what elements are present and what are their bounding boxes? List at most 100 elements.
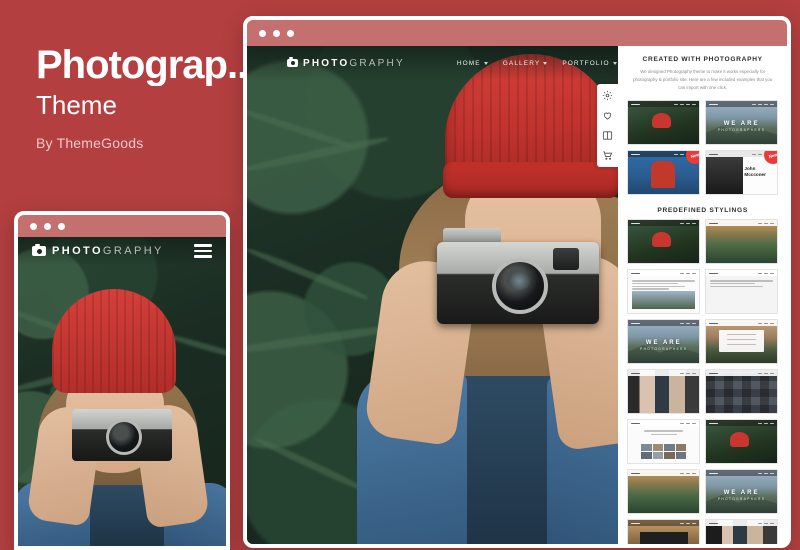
thumb-logo xyxy=(709,153,719,156)
gear-icon[interactable] xyxy=(602,90,613,101)
main-window-body: Contax PHOTOGRAPHY HOME xyxy=(247,46,787,544)
page-subtitle: Theme xyxy=(36,90,117,120)
mobile-camera-lens xyxy=(106,419,142,455)
demo-thumbnail[interactable] xyxy=(627,369,701,415)
main-browser-window: Contax PHOTOGRAPHY HOME xyxy=(243,16,791,548)
nav-label: HOME xyxy=(456,59,481,67)
created-demos-grid: WE ARE PHOTOGRAPHERS New John Mccconer N… xyxy=(627,100,778,196)
mobile-window-titlebar xyxy=(18,215,226,237)
layout-icon[interactable] xyxy=(602,130,613,141)
thumb-navbar xyxy=(628,101,700,108)
window-close-dot[interactable] xyxy=(259,29,266,37)
chevron-down-icon xyxy=(612,61,617,65)
window-minimize-dot[interactable] xyxy=(44,222,51,230)
thumb-navbar xyxy=(706,101,777,108)
thumb-subheadline: PHOTOGRAPHERS xyxy=(717,497,766,502)
thumb-text-lines xyxy=(632,430,695,436)
thumb-headline: WE ARE xyxy=(723,121,760,128)
site-logo[interactable]: PHOTOGRAPHY xyxy=(287,57,405,69)
hero-camera-viewfinder xyxy=(553,248,579,270)
predefined-stylings-grid: WE ARE PHOTOGRAPHERS WE ARE PHOTOGRAPHER… xyxy=(627,219,778,544)
thumb-navbar xyxy=(628,320,700,327)
demo-thumbnail[interactable]: New xyxy=(627,150,701,196)
floating-icon-rail xyxy=(597,84,619,167)
site-nav-items: HOME GALLERY PORTFOLIO PAGES xyxy=(457,60,618,67)
thumb-headline: WE ARE xyxy=(723,490,760,497)
chevron-down-icon xyxy=(543,61,548,65)
chevron-down-icon xyxy=(483,61,488,65)
page-title: Photograp.. xyxy=(36,44,248,86)
panel-heading-stylings: PREDEFINED STYLINGS xyxy=(657,207,748,215)
demo-thumbnail[interactable] xyxy=(705,419,778,465)
demo-thumbnail[interactable] xyxy=(705,319,778,365)
thumb-navbar xyxy=(706,370,777,377)
thumb-subheadline: PHOTOGRAPHERS xyxy=(640,347,688,352)
thumb-menu xyxy=(752,103,774,106)
demo-thumbnail[interactable] xyxy=(705,369,778,415)
thumb-navbar xyxy=(628,420,700,427)
window-maximize-dot[interactable] xyxy=(58,222,65,230)
thumb-navbar xyxy=(628,470,700,477)
hamburger-icon[interactable] xyxy=(194,244,212,258)
cart-icon[interactable] xyxy=(602,150,613,161)
thumb-navbar xyxy=(706,520,777,527)
heart-icon[interactable] xyxy=(602,110,613,121)
demo-thumbnail[interactable] xyxy=(705,519,778,544)
demo-thumbnail[interactable]: WE ARE PHOTOGRAPHERS xyxy=(705,469,778,515)
demo-thumbnail[interactable] xyxy=(627,419,701,465)
demo-thumbnail[interactable] xyxy=(705,219,778,265)
hero-section: Contax PHOTOGRAPHY HOME xyxy=(247,46,619,544)
nav-item-gallery[interactable]: GALLERY xyxy=(503,60,548,67)
camera-icon xyxy=(32,243,46,256)
thumb-logo xyxy=(709,103,719,106)
demo-import-panel[interactable]: CREATED WITH PHOTOGRAPHY We designed Pho… xyxy=(618,46,787,544)
thumb-navbar xyxy=(628,520,700,527)
window-maximize-dot[interactable] xyxy=(287,29,294,37)
demo-thumbnail[interactable]: WE ARE PHOTOGRAPHERS xyxy=(705,100,778,146)
demo-thumbnail[interactable] xyxy=(627,269,701,315)
nav-item-home[interactable]: HOME xyxy=(457,60,488,67)
thumb-headline: WE ARE xyxy=(645,340,682,347)
demo-thumbnail[interactable] xyxy=(705,269,778,315)
panel-description: We designed Photography theme to make it… xyxy=(633,69,773,91)
thumb-menu xyxy=(674,103,697,106)
demo-thumbnail[interactable]: John Mccconer New xyxy=(705,150,778,196)
demo-thumbnail[interactable] xyxy=(627,100,701,146)
thumb-navbar xyxy=(706,470,777,477)
mobile-site-logo-text[interactable]: PHOTOGRAPHY xyxy=(52,245,164,257)
demo-thumbnail[interactable] xyxy=(627,219,701,265)
nav-label: PORTFOLIO xyxy=(562,59,610,67)
thumb-logo xyxy=(631,103,641,106)
thumb-logo xyxy=(631,153,641,156)
thumb-navbar xyxy=(706,320,777,327)
mobile-window-body: PHOTOGRAPHY xyxy=(18,237,226,546)
thumb-gallery-grid xyxy=(641,443,687,460)
thumb-navbar xyxy=(706,220,777,227)
mobile-site-navbar: PHOTOGRAPHY xyxy=(18,237,226,265)
window-minimize-dot[interactable] xyxy=(273,29,280,37)
panel-heading-created: CREATED WITH PHOTOGRAPHY xyxy=(642,56,763,63)
thumb-text-lines xyxy=(632,280,696,291)
demo-thumbnail[interactable] xyxy=(627,469,701,515)
nav-item-portfolio[interactable]: PORTFOLIO xyxy=(562,59,617,67)
thumb-navbar xyxy=(628,220,700,227)
logo-bold-text: PHOTO xyxy=(303,57,350,69)
thumb-navbar xyxy=(628,370,700,377)
demo-thumbnail[interactable]: WE ARE PHOTOGRAPHERS xyxy=(627,319,701,365)
thumb-person-name: John Mccconer xyxy=(744,166,766,178)
thumb-card xyxy=(718,329,765,353)
camera-icon xyxy=(287,57,298,67)
logo-light-text: GRAPHY xyxy=(102,245,164,257)
lens-highlight xyxy=(508,272,530,290)
thumb-text-lines xyxy=(710,280,773,288)
logo-bold-text: PHOTO xyxy=(52,245,103,257)
mobile-preview-window: PHOTOGRAPHY xyxy=(14,211,230,550)
thumb-subheadline: PHOTOGRAPHERS xyxy=(717,128,766,133)
nav-label: GALLERY xyxy=(502,59,541,67)
theme-title-block: Photograp.. Theme By ThemeGoods xyxy=(36,44,256,151)
window-close-dot[interactable] xyxy=(30,222,37,230)
thumb-navbar xyxy=(628,270,700,277)
demo-thumbnail[interactable] xyxy=(627,519,701,544)
theme-author: By ThemeGoods xyxy=(36,135,144,151)
status-badge: New xyxy=(683,151,700,167)
